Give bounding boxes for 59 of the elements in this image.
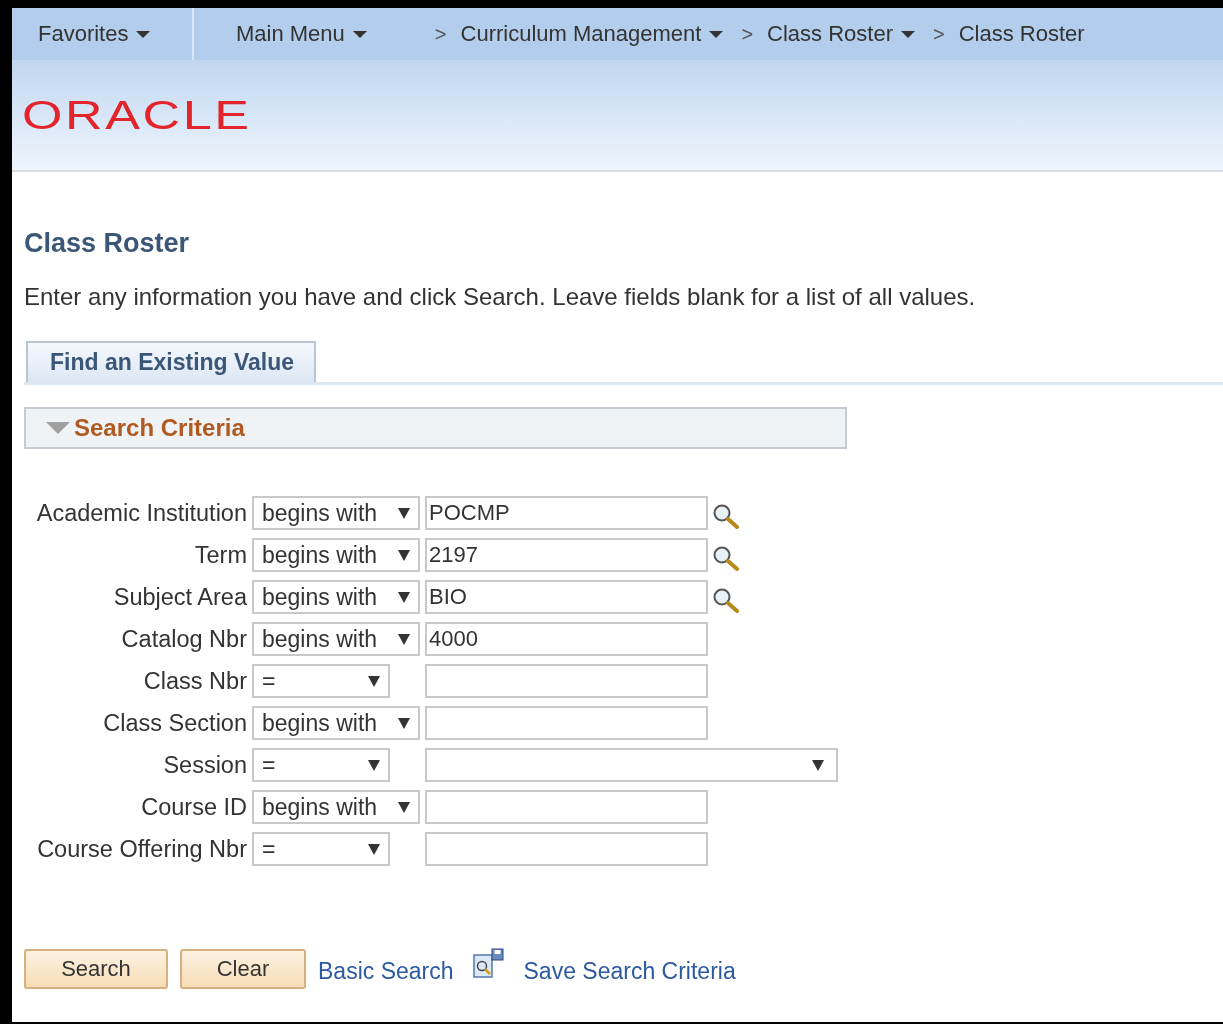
field-label: Subject Area: [112, 583, 247, 611]
operator-dropdown[interactable]: begins with: [252, 622, 420, 656]
search-icon[interactable]: [712, 503, 740, 529]
nav-link[interactable]: Class Roster: [759, 8, 923, 60]
section-title: Search Criteria: [74, 414, 245, 442]
action-button[interactable]: Search: [24, 949, 168, 989]
input-field[interactable]: [425, 790, 708, 824]
operator-dropdown[interactable]: begins with: [252, 790, 420, 824]
nav-link[interactable]: Curriculum Management: [452, 8, 732, 60]
dropdown-arrow-icon: [398, 633, 410, 645]
save-search-icon[interactable]: [471, 947, 506, 981]
operator-dropdown[interactable]: begins with: [252, 706, 420, 740]
search-icon[interactable]: [712, 587, 740, 613]
dropdown-arrow-icon: [398, 507, 410, 519]
dropdown-arrow-icon: [398, 801, 410, 813]
logo: ORACLE: [22, 92, 252, 138]
action-button[interactable]: Clear: [180, 949, 306, 989]
field-label: Academic Institution: [35, 499, 247, 527]
breadcrumb-separator: >: [433, 22, 448, 46]
tab[interactable]: Find an Existing Value: [26, 341, 317, 382]
expand-icon: [46, 422, 70, 434]
field-label: Course Offering Nbr: [36, 835, 247, 863]
field-label: Term: [193, 541, 247, 569]
instructions-text: Enter any information you have and click Search. Leave fields blank for a list of all values.: [24, 283, 977, 311]
breadcrumb-separator: >: [740, 22, 755, 46]
field-label: Course ID: [140, 793, 247, 821]
operator-dropdown[interactable]: =: [252, 664, 390, 698]
link[interactable]: Save Search Criteria: [523, 957, 736, 985]
dropdown-arrow-icon: [812, 759, 824, 771]
field-label: Session: [162, 751, 247, 779]
dropdown-arrow-icon: [368, 675, 380, 687]
input-field[interactable]: 2197: [425, 538, 708, 572]
operator-dropdown[interactable]: =: [252, 748, 390, 782]
field-label: Catalog Nbr: [120, 625, 247, 653]
dropdown-arrow-icon: [398, 549, 410, 561]
input-field[interactable]: POCMP: [425, 496, 708, 530]
section-header[interactable]: Search Criteria: [24, 407, 847, 449]
nav-link[interactable]: Main Menu: [194, 8, 375, 60]
field-label: Class Nbr: [142, 667, 247, 695]
dropdown-arrow-icon: [368, 759, 380, 771]
dropdown-arrow-icon: [398, 591, 410, 603]
input-field[interactable]: [425, 832, 708, 866]
operator-dropdown[interactable]: begins with: [252, 538, 420, 572]
nav-link[interactable]: Class Roster: [950, 8, 1093, 60]
operator-dropdown[interactable]: =: [252, 832, 390, 866]
dropdown-arrow-icon: [368, 843, 380, 855]
input-field[interactable]: [425, 664, 708, 698]
operator-dropdown[interactable]: begins with: [252, 580, 420, 614]
breadcrumb-separator: >: [932, 22, 946, 46]
search-icon[interactable]: [712, 545, 740, 571]
field-label: Class Section: [102, 709, 247, 737]
input-field[interactable]: BIO: [425, 580, 708, 614]
dropdown-arrow-icon: [398, 717, 410, 729]
page-title: Class Roster: [24, 228, 191, 259]
link[interactable]: Basic Search: [318, 957, 454, 985]
input-field[interactable]: 4000: [425, 622, 708, 656]
input-field[interactable]: [425, 706, 708, 740]
operator-dropdown[interactable]: begins with: [252, 496, 420, 530]
dropdown-field[interactable]: [425, 748, 838, 782]
